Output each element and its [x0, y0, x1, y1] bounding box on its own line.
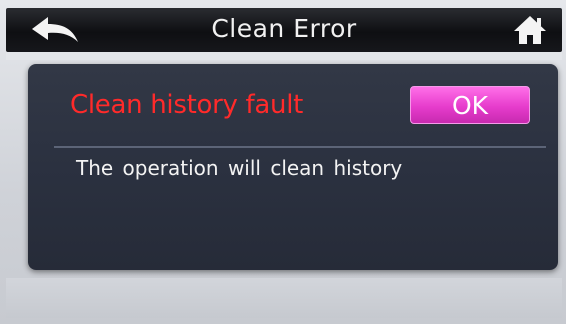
error-dialog: Clean history fault OK The operation wil…	[28, 64, 558, 270]
ok-button[interactable]: OK	[410, 86, 530, 124]
background-panel-bottom	[6, 278, 562, 318]
divider	[54, 146, 546, 148]
home-button[interactable]	[512, 14, 548, 46]
background-panel	[6, 52, 562, 60]
dialog-message: The operation will clean history	[76, 156, 403, 180]
title-bar: Clean Error	[6, 8, 562, 52]
device-screen: Clean Error Clean history fault OK The o…	[0, 0, 566, 324]
page-title: Clean Error	[211, 14, 357, 43]
home-icon	[514, 16, 546, 44]
dialog-title: Clean history fault	[70, 90, 304, 120]
